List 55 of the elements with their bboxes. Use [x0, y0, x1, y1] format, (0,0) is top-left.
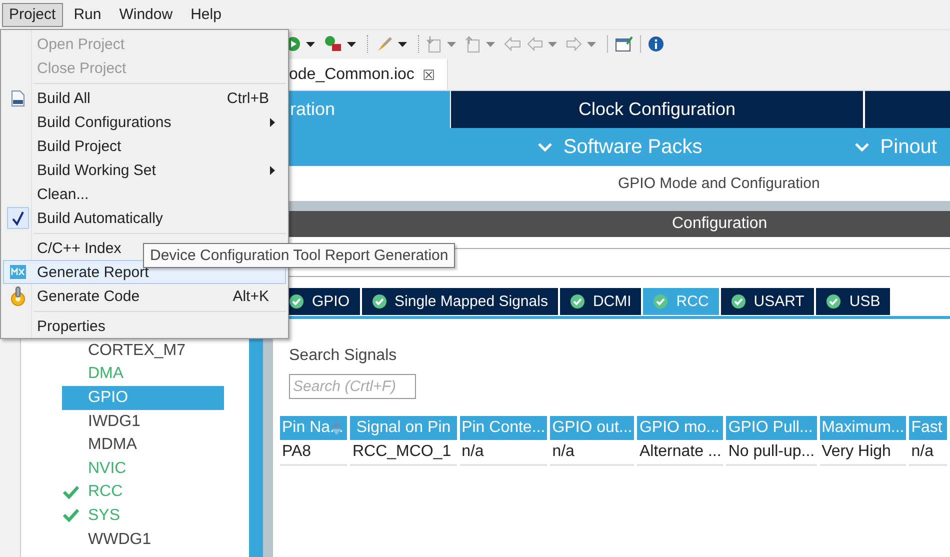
submenu-arrow-icon [270, 118, 275, 126]
tree-item[interactable]: CORTEX_M7 [62, 339, 224, 363]
check-circle-icon [570, 294, 585, 309]
menu-item[interactable]: Clean... [3, 182, 286, 206]
table-cell: n/a [550, 440, 634, 466]
menu-bar-item[interactable]: Project [2, 2, 63, 26]
check-circle-icon [826, 294, 842, 309]
mx-icon [10, 265, 26, 279]
info-icon[interactable] [648, 36, 664, 52]
debug-icon[interactable] [324, 35, 342, 53]
main-tab[interactable]: Clock Configuration [450, 91, 863, 128]
signal-tab[interactable]: Single Mapped Signals [362, 288, 558, 315]
search-label: Search Signals [289, 347, 397, 365]
chevron-icon [854, 142, 870, 152]
menu-bar-item[interactable]: Run [66, 2, 108, 26]
submenu-arrow-icon [270, 166, 275, 174]
table-cell: PA8 [280, 440, 348, 466]
chevron-icon [537, 142, 554, 152]
arrow-left-icon[interactable] [527, 37, 543, 51]
close-icon[interactable]: ☒ [422, 66, 436, 82]
signal-tab[interactable]: USB [816, 288, 890, 315]
menu-bar-item[interactable]: Help [184, 2, 228, 26]
upload-icon[interactable] [465, 35, 481, 53]
tree-item[interactable]: IWDG1 [62, 410, 224, 434]
menu-item[interactable]: Build Project [3, 134, 286, 158]
table-cell: Very High [820, 440, 906, 466]
menu-item[interactable]: Build Working Set [3, 158, 286, 182]
caret-icon[interactable] [398, 42, 407, 46]
table-cell: RCC_MCO_1 [350, 440, 457, 466]
back-icon[interactable] [504, 37, 522, 51]
arrow-right-icon[interactable] [566, 37, 582, 51]
caret-icon[interactable] [347, 42, 356, 46]
caret-icon[interactable] [306, 42, 315, 46]
window-icon[interactable] [615, 36, 633, 52]
tree-item[interactable]: WWDG1 [62, 528, 224, 552]
table-cell: No pull-up... [726, 440, 817, 466]
signal-tab[interactable]: DCMI [560, 288, 642, 315]
brush-icon[interactable] [375, 35, 393, 53]
menu-item[interactable]: Build Configurations [3, 110, 286, 134]
download-icon[interactable] [426, 35, 442, 53]
table-cell: n/a [909, 440, 947, 466]
check-circle-icon [730, 294, 746, 309]
section-title: GPIO Mode and Configuration [618, 175, 820, 192]
signal-tab[interactable]: USART [720, 288, 814, 315]
table-cell: Alternate ... [637, 440, 724, 466]
check-circle-icon [289, 294, 304, 309]
search-field[interactable]: Search (Crtl+F) [289, 374, 416, 399]
binary-file-icon [11, 90, 25, 106]
check-circle-icon [653, 294, 668, 309]
menu-bar-item[interactable]: Window [112, 2, 180, 26]
table-cell: n/a [460, 440, 548, 466]
tooltip: Device Configuration Tool Report Generation [143, 243, 456, 268]
check-circle-icon [372, 294, 387, 309]
tree-item[interactable]: MDMA [62, 433, 224, 457]
menu-item[interactable]: Properties [3, 314, 286, 338]
